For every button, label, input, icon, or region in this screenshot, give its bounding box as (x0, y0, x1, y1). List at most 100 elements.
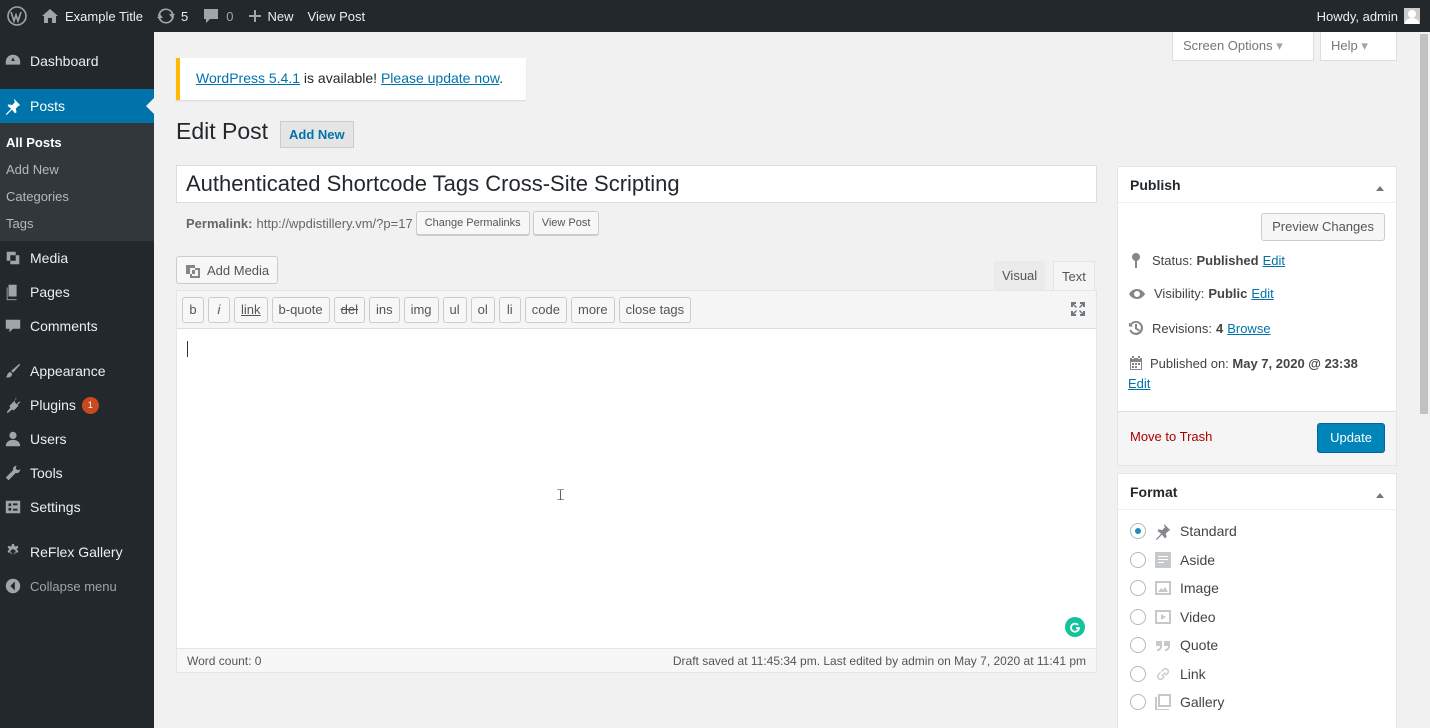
screen-options-button[interactable]: Screen Options (1172, 32, 1314, 61)
collapse-menu-button[interactable]: Collapse menu (0, 569, 154, 603)
qt-code-button[interactable]: code (524, 296, 567, 323)
update-now-link[interactable]: Please update now (381, 70, 499, 86)
qt-ol-button[interactable]: ol (470, 296, 495, 323)
permalink-url[interactable]: http://wpdistillery.vm/?p=17 (256, 216, 412, 231)
format-option-aside[interactable]: Aside (1118, 546, 1396, 575)
wordpress-version-link[interactable]: WordPress 5.4.1 (196, 70, 300, 86)
menu-dashboard-label: Dashboard (30, 53, 99, 69)
wordpress-logo-icon[interactable] (0, 0, 34, 32)
move-to-trash-link[interactable]: Move to Trash (1130, 429, 1212, 444)
radio-link[interactable] (1130, 665, 1146, 682)
edit-date-link[interactable]: Edit (1128, 376, 1150, 391)
qt-ins-button[interactable]: ins (368, 296, 400, 323)
menu-tools[interactable]: Tools (0, 456, 154, 490)
qt-blockquote-button[interactable]: b-quote (271, 296, 330, 323)
view-post-button[interactable]: View Post (532, 211, 600, 235)
submenu-all-posts[interactable]: All Posts (0, 129, 154, 156)
tab-text[interactable]: Text (1053, 261, 1095, 291)
qt-more-button[interactable]: more (571, 296, 615, 323)
menu-settings[interactable]: Settings (0, 490, 154, 524)
format-label-standard: Standard (1180, 523, 1237, 540)
post-title-input[interactable]: Authenticated Shortcode Tags Cross-Site … (176, 165, 1097, 203)
site-title-link[interactable]: Example Title (34, 0, 150, 32)
format-option-image[interactable]: Image (1118, 574, 1396, 603)
tab-visual[interactable]: Visual (994, 261, 1046, 291)
users-icon (5, 431, 21, 447)
visibility-row: Visibility: Public Edit (1118, 286, 1284, 301)
comments-icon (5, 319, 21, 333)
menu-pages[interactable]: Pages (0, 275, 154, 309)
updates-link[interactable]: 5 (150, 0, 195, 32)
menu-posts[interactable]: Posts (0, 89, 154, 123)
menu-reflex-gallery[interactable]: ReFlex Gallery (0, 535, 154, 569)
format-option-gallery[interactable]: Gallery (1118, 688, 1396, 717)
comments-link[interactable]: 0 (195, 0, 240, 32)
status-label: Status: (1152, 252, 1193, 268)
menu-plugins[interactable]: Plugins 1 (0, 388, 154, 422)
edit-status-link[interactable]: Edit (1263, 253, 1285, 268)
format-option-video[interactable]: Video (1118, 603, 1396, 632)
radio-aside[interactable] (1130, 551, 1146, 568)
qt-link-button[interactable]: link (234, 296, 268, 323)
format-option-standard[interactable]: Standard (1118, 517, 1396, 546)
permalink-row: Permalink: http://wpdistillery.vm/?p=17 … (186, 211, 600, 235)
radio-standard[interactable] (1130, 523, 1146, 540)
notice-end: . (499, 70, 504, 86)
format-box: Format Standard Aside Image Video Quote … (1117, 473, 1397, 728)
view-post-link[interactable]: View Post (301, 0, 373, 32)
comment-bubble-icon (204, 9, 219, 23)
submenu-categories[interactable]: Categories (0, 183, 154, 210)
qt-li-button[interactable]: li (498, 296, 521, 323)
page-scrollbar[interactable] (1418, 32, 1430, 728)
menu-appearance-label: Appearance (30, 363, 106, 379)
fullscreen-icon[interactable] (1070, 301, 1086, 317)
menu-users[interactable]: Users (0, 422, 154, 456)
updates-count: 5 (181, 8, 189, 24)
publish-box-title[interactable]: Publish (1118, 167, 1396, 203)
site-title: Example Title (65, 8, 144, 24)
qt-italic-button[interactable]: i (208, 296, 230, 323)
collapse-arrow-icon (5, 578, 21, 594)
menu-dashboard[interactable]: Dashboard (0, 44, 154, 78)
history-icon (1129, 320, 1144, 335)
edit-visibility-link[interactable]: Edit (1251, 286, 1273, 301)
my-account-link[interactable]: Howdy, admin (1310, 0, 1430, 32)
media-icon (6, 251, 20, 265)
qt-ul-button[interactable]: ul (442, 296, 467, 323)
preview-changes-button[interactable]: Preview Changes (1261, 213, 1385, 241)
submenu-add-new[interactable]: Add New (0, 156, 154, 183)
new-content-link[interactable]: New (241, 0, 301, 32)
qt-close-tags-button[interactable]: close tags (618, 296, 692, 323)
plugins-update-badge: 1 (81, 396, 99, 414)
content-textarea[interactable] (177, 329, 1096, 645)
help-button[interactable]: Help (1320, 32, 1397, 61)
visibility-value: Public (1208, 286, 1248, 301)
qt-img-button[interactable]: img (403, 296, 439, 323)
image-icon (1155, 581, 1171, 596)
qt-bold-button[interactable]: b (182, 296, 204, 323)
menu-pages-label: Pages (30, 284, 70, 300)
format-option-link[interactable]: Link (1118, 660, 1396, 689)
submenu-tags[interactable]: Tags (0, 210, 154, 237)
browse-revisions-link[interactable]: Browse (1227, 321, 1270, 336)
scrollbar-thumb[interactable] (1420, 34, 1428, 414)
format-options: Standard Aside Image Video Quote Link Ga… (1118, 510, 1396, 717)
menu-media[interactable]: Media (0, 241, 154, 275)
radio-image[interactable] (1130, 580, 1146, 597)
change-permalinks-button[interactable]: Change Permalinks (415, 211, 530, 235)
radio-quote[interactable] (1130, 637, 1146, 654)
qt-del-button[interactable]: del (333, 296, 365, 323)
add-media-button[interactable]: Add Media (176, 256, 279, 284)
add-new-button[interactable]: Add New (280, 121, 354, 148)
radio-video[interactable] (1130, 608, 1146, 625)
update-notice: WordPress 5.4.1 is available! Please upd… (176, 58, 526, 100)
menu-appearance[interactable]: Appearance (0, 354, 154, 388)
radio-gallery[interactable] (1130, 694, 1146, 711)
update-button[interactable]: Update (1317, 423, 1385, 453)
menu-comments[interactable]: Comments (0, 309, 154, 343)
format-label-gallery: Gallery (1180, 694, 1225, 711)
grammarly-icon[interactable] (1065, 617, 1085, 637)
avatar (1404, 8, 1420, 24)
format-box-title[interactable]: Format (1118, 474, 1396, 510)
format-option-quote[interactable]: Quote (1118, 631, 1396, 660)
